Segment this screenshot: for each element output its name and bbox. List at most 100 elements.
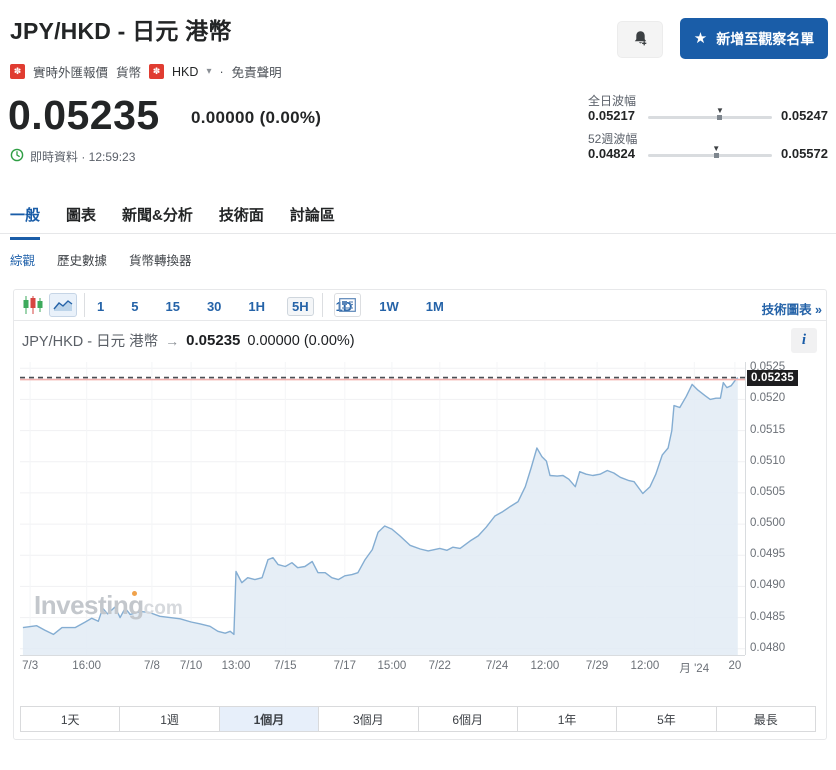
interval-5h[interactable]: 5H <box>287 297 314 316</box>
realtime-status: 即時資料 · 12:59:23 <box>10 148 135 165</box>
52wk-range-marker: ▼ <box>712 146 720 158</box>
breadcrumb-quote-type[interactable]: 實時外匯報價 <box>33 62 108 81</box>
current-price-tag: 0.05235 <box>747 370 798 386</box>
watermark-text-suffix: com <box>144 598 183 619</box>
disclaimer-link[interactable]: 免責聲明 <box>232 62 282 81</box>
tab-discussions[interactable]: 討論區 <box>290 204 335 240</box>
x-tick-label: 7/22 <box>418 660 462 672</box>
bell-plus-icon <box>631 29 650 51</box>
chart-last-price: 0.05235 <box>186 332 240 349</box>
interval-1[interactable]: 1 <box>92 297 109 316</box>
timeframe-max[interactable]: 最長 <box>717 707 815 731</box>
52wk-range-slider <box>648 154 772 157</box>
x-tick-label: 7/24 <box>475 660 519 672</box>
y-tick-label: 0.0510 <box>750 455 785 467</box>
x-tick-label: 7/29 <box>575 660 619 672</box>
chart-layout-button[interactable] <box>334 293 361 317</box>
chart-price-change: 0.00000 (0.00%) <box>247 333 354 349</box>
timeframe-1mo[interactable]: 1個月 <box>220 707 319 731</box>
investing-watermark: Investingcom <box>34 590 183 621</box>
timeframe-1w[interactable]: 1週 <box>120 707 219 731</box>
chart-legend: JPY/HKD - 日元 港幣 → 0.05235 0.00000 (0.00%… <box>22 330 355 351</box>
52wk-range-low: 0.04824 <box>588 146 635 161</box>
jpy-hkd-quote-page: JPY/HKD - 日元 港幣 ★ 新增至觀察名單 ✽ 實時外匯報價 貨幣 ✽ … <box>0 0 836 770</box>
52wk-range-label: 52週波幅 <box>588 130 637 147</box>
x-tick-label: 7/10 <box>169 660 213 672</box>
info-icon[interactable]: i <box>791 328 817 353</box>
technical-chart-link[interactable]: 技術圖表 » <box>762 299 822 318</box>
chart-symbol-name: JPY/HKD - 日元 港幣 <box>22 330 158 351</box>
main-tabs: 一般 圖表 新聞&分析 技術面 討論區 <box>10 204 335 240</box>
subtab-historical-data[interactable]: 歷史數據 <box>57 250 107 269</box>
toolbar-separator <box>322 293 323 317</box>
breadcrumb: ✽ 實時外匯報價 貨幣 ✽ HKD ▾ · 免責聲明 <box>10 62 282 81</box>
x-axis-line <box>20 655 745 656</box>
daily-range-high: 0.05247 <box>776 108 828 123</box>
daily-range-slider <box>648 116 772 119</box>
price-change: 0.00000 (0.00%) <box>191 108 321 128</box>
tab-technical[interactable]: 技術面 <box>219 204 264 240</box>
daily-range-label: 全日波幅 <box>588 92 636 109</box>
timeframe-1y[interactable]: 1年 <box>518 707 617 731</box>
x-tick-label: 20 <box>713 660 757 672</box>
x-tick-label: 7/8 <box>130 660 174 672</box>
y-tick-label: 0.0515 <box>750 424 785 436</box>
x-tick-label: 15:00 <box>370 660 414 672</box>
y-tick-label: 0.0520 <box>750 392 785 404</box>
subtab-overview[interactable]: 綜觀 <box>10 250 35 269</box>
x-axis-labels: 7/316:007/87/1013:007/157/1715:007/227/2… <box>20 660 745 676</box>
daily-range-marker: ▼ <box>716 108 724 120</box>
tab-general[interactable]: 一般 <box>10 204 40 240</box>
y-tick-label: 0.0490 <box>750 579 785 591</box>
interval-5[interactable]: 5 <box>126 297 143 316</box>
clock-icon <box>10 148 24 165</box>
tab-chart[interactable]: 圖表 <box>66 204 96 240</box>
add-to-watchlist-button[interactable]: ★ 新增至觀察名單 <box>680 18 828 59</box>
timeframe-buttons: 1天 1週 1個月 3個月 6個月 1年 5年 最長 <box>20 706 816 732</box>
toolbar-divider <box>14 320 826 321</box>
y-tick-label: 0.0500 <box>750 517 785 529</box>
y-tick-label: 0.0485 <box>750 611 785 623</box>
watchlist-button-label: 新增至觀察名單 <box>716 29 814 49</box>
timeframe-3mo[interactable]: 3個月 <box>319 707 418 731</box>
timeframe-6mo[interactable]: 6個月 <box>419 707 518 731</box>
y-axis-line <box>745 362 746 655</box>
watermark-dot <box>132 591 137 596</box>
y-axis-labels: 0.05250.05200.05150.05100.05050.05000.04… <box>750 362 810 655</box>
area-chart-button[interactable] <box>49 293 77 317</box>
y-tick-label: 0.0495 <box>750 548 785 560</box>
x-tick-label: 7/15 <box>263 660 307 672</box>
candlestick-chart-button[interactable] <box>22 295 44 315</box>
x-tick-label: 月 '24 <box>672 660 716 676</box>
subtab-currency-converter[interactable]: 貨幣轉換器 <box>129 250 192 269</box>
x-tick-label: 16:00 <box>65 660 109 672</box>
interval-30[interactable]: 30 <box>202 297 226 316</box>
area-chart-icon <box>53 298 73 312</box>
interval-15[interactable]: 15 <box>160 297 184 316</box>
hk-flag-icon: ✽ <box>10 64 25 79</box>
breadcrumb-category[interactable]: 貨幣 <box>116 62 141 81</box>
last-price: 0.05235 <box>8 92 160 139</box>
interval-1h[interactable]: 1H <box>243 297 270 316</box>
chevron-down-icon[interactable]: ▾ <box>206 66 211 77</box>
layout-news-icon <box>339 298 356 312</box>
x-tick-label: 7/17 <box>323 660 367 672</box>
timeframe-1d[interactable]: 1天 <box>21 707 120 731</box>
breadcrumb-separator: · <box>219 65 223 79</box>
52wk-range-high: 0.05572 <box>776 146 828 161</box>
interval-1w[interactable]: 1W <box>374 297 404 316</box>
price-alert-button[interactable] <box>617 21 663 58</box>
tabs-divider <box>0 233 836 234</box>
tab-news-analysis[interactable]: 新聞&分析 <box>122 204 193 240</box>
hk-flag-icon: ✽ <box>149 64 164 79</box>
x-tick-label: 12:00 <box>623 660 667 672</box>
timeframe-5y[interactable]: 5年 <box>617 707 716 731</box>
x-tick-label: 12:00 <box>523 660 567 672</box>
interval-1m[interactable]: 1M <box>421 297 449 316</box>
page-title: JPY/HKD - 日元 港幣 <box>10 12 232 46</box>
x-tick-label: 13:00 <box>214 660 258 672</box>
daily-range-low: 0.05217 <box>588 108 635 123</box>
watermark-text: Investing <box>34 590 144 620</box>
sub-tabs: 綜觀 歷史數據 貨幣轉換器 <box>10 250 192 269</box>
currency-dropdown[interactable]: HKD <box>172 65 198 79</box>
